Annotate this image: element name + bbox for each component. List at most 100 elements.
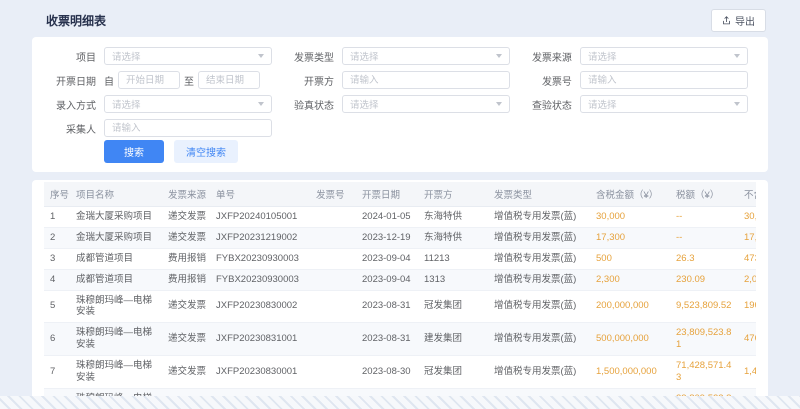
cell-invoice-date: 2023-08-30 [356, 388, 418, 396]
cell-index: 4 [44, 269, 70, 290]
cell-amount-incl-tax: 30,000 [590, 207, 670, 228]
invoice-source-select-placeholder: 请选择 [588, 49, 617, 63]
cell-amount-excl-tax: 476,190,476.19 [738, 323, 756, 356]
cell-invoice-no [310, 227, 356, 248]
cell-project-name: 珠穆朗玛峰—电梯安装 [70, 388, 162, 396]
page-header: 收票明细表 导出 [32, 7, 768, 33]
cell-invoice-type: 增值税专用发票(蓝) [488, 323, 590, 356]
cell-tax-amount: 26.3 [670, 248, 738, 269]
cell-issuer: 东海特供 [418, 207, 488, 228]
cell-order-no: JXFP20230831001 [210, 323, 310, 356]
cell-amount-incl-tax: 17,300 [590, 227, 670, 248]
filter-panel: 项目 请选择 发票类型 请选择 发票来源 请选择 [32, 37, 768, 172]
invoice-type-label: 发票类型 [278, 49, 334, 64]
cell-amount-excl-tax: 30,000 [738, 207, 756, 228]
invoice-source-select[interactable]: 请选择 [580, 47, 748, 65]
filter-issuer: 开票方 [278, 71, 516, 89]
invoice-type-select-placeholder: 请选择 [350, 49, 379, 63]
start-date-input[interactable] [118, 71, 180, 89]
cell-project-name: 成都管道项目 [70, 269, 162, 290]
cell-order-no: FYBX20230930003 [210, 269, 310, 290]
invoice-table-panel: 序号项目名称发票来源单号发票号开票日期开票方发票类型含税金额（¥）税额（¥）不含… [32, 180, 768, 396]
cell-invoice-type: 增值税专用发票(蓝) [488, 207, 590, 228]
cell-tax-amount: 23,809,523.81 [670, 323, 738, 356]
cell-project-name: 珠穆朗玛峰—电梯安装 [70, 323, 162, 356]
table-row: 7 珠穆朗玛峰—电梯安装 递交发票 JXFP20230830001 2023-0… [44, 356, 756, 389]
cell-amount-incl-tax: 2,300 [590, 269, 670, 290]
check-status-select[interactable]: 请选择 [580, 95, 748, 113]
cell-order-no: JXFP20240105001 [210, 207, 310, 228]
verify-status-label: 验真状态 [278, 97, 334, 112]
invoice-no-label: 发票号 [516, 73, 572, 88]
cell-invoice-type: 增值税专用发票(蓝) [488, 269, 590, 290]
project-select[interactable]: 请选择 [104, 47, 272, 65]
cell-tax-amount: 9,523,809.52 [670, 290, 738, 323]
cell-invoice-source: 递交发票 [162, 356, 210, 389]
table-body: 1 金瑞大厦采购项目 递交发票 JXFP20240105001 2024-01-… [44, 207, 756, 397]
invoice-type-select[interactable]: 请选择 [342, 47, 510, 65]
verify-status-select-placeholder: 请选择 [350, 97, 379, 111]
column-header: 序号 [44, 182, 70, 207]
cell-invoice-no [310, 290, 356, 323]
cell-order-no: JXFP20230830001 [210, 356, 310, 389]
cell-index: 1 [44, 207, 70, 228]
cell-issuer: 冠发集团 [418, 356, 488, 389]
table-row: 2 金瑞大厦采购项目 递交发票 JXFP20231219002 2023-12-… [44, 227, 756, 248]
cell-project-name: 金瑞大厦采购项目 [70, 227, 162, 248]
table-row: 6 珠穆朗玛峰—电梯安装 递交发票 JXFP20230831001 2023-0… [44, 323, 756, 356]
column-header: 发票号 [310, 182, 356, 207]
table-row: 4 成都管道项目 费用报销 FYBX20230930003 2023-09-04… [44, 269, 756, 290]
cell-invoice-type: 增值税专用发票(蓝) [488, 290, 590, 323]
cell-invoice-type: 增值税专用发票(蓝) [488, 248, 590, 269]
cell-issuer: 1313 [418, 269, 488, 290]
cell-project-name: 珠穆朗玛峰—电梯安装 [70, 290, 162, 323]
page-title: 收票明细表 [46, 12, 106, 29]
table-row: 8 珠穆朗玛峰—电梯安装 递交发票 JXFP20230830003 2023-0… [44, 388, 756, 396]
cell-order-no: FYBX20230930003 [210, 248, 310, 269]
cell-amount-incl-tax: 1,500,000,000 [590, 356, 670, 389]
search-button[interactable]: 搜索 [104, 140, 164, 163]
chevron-down-icon [496, 54, 502, 58]
cell-invoice-date: 2023-08-30 [356, 356, 418, 389]
invoice-no-input[interactable] [580, 71, 748, 89]
export-button[interactable]: 导出 [711, 9, 766, 32]
table-scroll-area[interactable]: 序号项目名称发票来源单号发票号开票日期开票方发票类型含税金额（¥）税额（¥）不含… [44, 182, 756, 396]
cell-tax-amount: 71,428,571.43 [670, 356, 738, 389]
cell-amount-incl-tax: 200,000,000 [590, 290, 670, 323]
verify-status-select[interactable]: 请选择 [342, 95, 510, 113]
invoice-detail-page: 收票明细表 导出 项目 请选择 发票类型 [0, 0, 800, 396]
end-date-input[interactable] [198, 71, 260, 89]
cell-invoice-date: 2023-09-04 [356, 248, 418, 269]
collector-input[interactable] [104, 119, 272, 137]
check-status-label: 查验状态 [516, 97, 572, 112]
entry-method-select[interactable]: 请选择 [104, 95, 272, 113]
cell-invoice-no [310, 248, 356, 269]
cell-amount-excl-tax: 2,069.91 [738, 269, 756, 290]
column-header: 发票类型 [488, 182, 590, 207]
cell-invoice-no [310, 269, 356, 290]
table-header-row: 序号项目名称发票来源单号发票号开票日期开票方发票类型含税金额（¥）税额（¥）不含… [44, 182, 756, 207]
cell-index: 7 [44, 356, 70, 389]
chevron-down-icon [258, 102, 264, 106]
chevron-down-icon [496, 102, 502, 106]
cell-issuer: 建发集团 [418, 323, 488, 356]
cell-index: 6 [44, 323, 70, 356]
cell-invoice-date: 2023-08-31 [356, 290, 418, 323]
cell-invoice-source: 费用报销 [162, 248, 210, 269]
cell-amount-excl-tax: 17,300 [738, 227, 756, 248]
cell-project-name: 珠穆朗玛峰—电梯安装 [70, 356, 162, 389]
cell-amount-excl-tax: 190,476,190.48 [738, 290, 756, 323]
column-header: 含税金额（¥） [590, 182, 670, 207]
cell-amount-incl-tax: 500,000,000 [590, 323, 670, 356]
clear-search-button[interactable]: 清空搜索 [174, 140, 238, 163]
chevron-down-icon [734, 54, 740, 58]
issuer-input[interactable] [342, 71, 510, 89]
cell-invoice-no [310, 323, 356, 356]
cell-tax-amount: -- [670, 227, 738, 248]
cell-order-no: JXFP20231219002 [210, 227, 310, 248]
cell-issuer: 冠发集团 [418, 290, 488, 323]
column-header: 税额（¥） [670, 182, 738, 207]
filter-invoice-source: 发票来源 请选择 [516, 47, 754, 65]
invoice-date-label: 开票日期 [40, 73, 96, 88]
cell-amount-excl-tax: 473.7 [738, 248, 756, 269]
